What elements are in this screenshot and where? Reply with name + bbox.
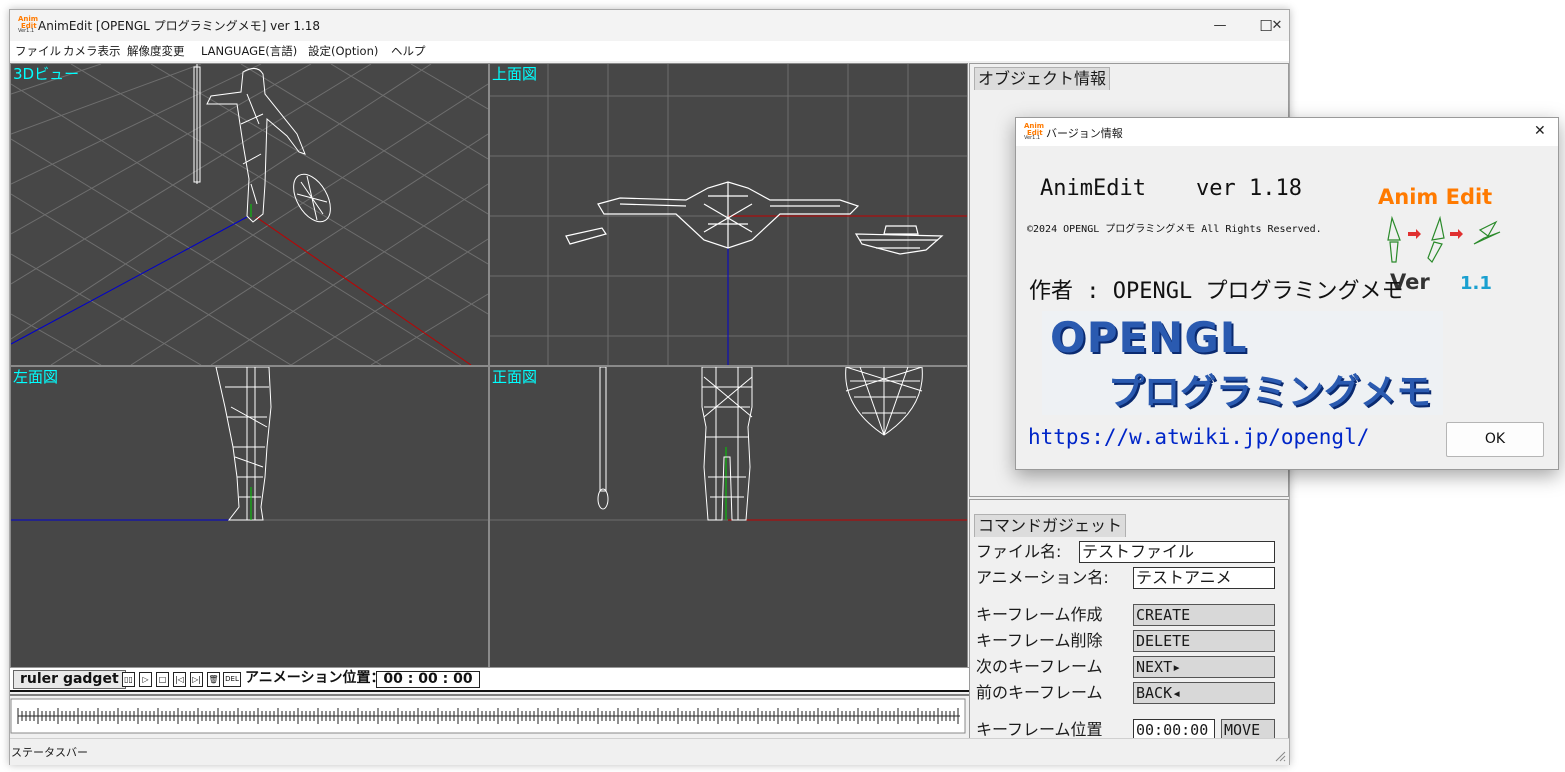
- menu-help[interactable]: ヘルプ: [391, 43, 426, 59]
- back-keyframe-label: 前のキーフレーム: [976, 683, 1103, 702]
- banner-line1: OPENGL: [1050, 313, 1248, 362]
- dialog-author: 作者 : OPENGL プログラミングメモ: [1029, 279, 1404, 304]
- stop-icon[interactable]: □: [156, 672, 169, 687]
- command-gadget-tab[interactable]: コマンドガジェット: [974, 514, 1127, 537]
- menu-settings[interactable]: 設定(Option): [308, 43, 378, 59]
- delete-button[interactable]: DELETE: [1133, 630, 1275, 652]
- status-text: ステータスバー: [11, 746, 88, 759]
- dialog-body: AnimEdit ver 1.18 ©2024 OPENGL プログラミングメモ…: [1016, 146, 1558, 469]
- next-button[interactable]: NEXT▸: [1133, 656, 1275, 678]
- viewport-front[interactable]: 正面図: [489, 366, 968, 669]
- viewport-top-label: 上面図: [492, 65, 538, 83]
- skip-forward-icon[interactable]: ▷|: [190, 672, 203, 687]
- next-keyframe-label: 次のキーフレーム: [976, 657, 1103, 676]
- animation-name-label: アニメーション名:: [976, 568, 1109, 587]
- animation-position-label: アニメーション位置：: [245, 670, 385, 686]
- ok-button[interactable]: OK: [1446, 422, 1544, 457]
- dialog-close-icon[interactable]: ✕: [1534, 123, 1546, 139]
- timeline-ruler-canvas: [10, 690, 969, 734]
- viewport-left-canvas: [11, 367, 488, 521]
- create-button[interactable]: CREATE: [1133, 604, 1275, 626]
- play-icon[interactable]: ▷: [139, 672, 152, 687]
- animedit-app-icon: Anim Edit Ver1.1: [1024, 122, 1045, 141]
- minimize-button[interactable]: —: [1197, 10, 1243, 41]
- minimize-icon: —: [1213, 18, 1227, 33]
- ruler-gadget-tab[interactable]: ruler gadget: [13, 670, 126, 689]
- viewport-top[interactable]: 上面図: [489, 63, 968, 366]
- skip-back-icon[interactable]: |◁: [173, 672, 186, 687]
- menu-file[interactable]: ファイル: [15, 43, 61, 59]
- animation-position-value: 00 : 00 : 00: [376, 671, 480, 688]
- resize-grip-icon[interactable]: [1274, 750, 1286, 762]
- delete-keyframe-label: キーフレーム削除: [976, 631, 1103, 650]
- status-bar: ステータスバー: [10, 738, 1289, 765]
- opengl-banner-image: OPENGL プログラミングメモ: [1042, 311, 1443, 415]
- close-button[interactable]: ✕: [1265, 10, 1289, 41]
- dialog-version: ver 1.18: [1196, 176, 1302, 201]
- delete-keyframe-icon[interactable]: DEL: [223, 672, 241, 687]
- dialog-url-link[interactable]: https://w.atwiki.jp/opengl/: [1028, 425, 1369, 449]
- viewport-left[interactable]: 左面図: [10, 366, 489, 669]
- animedit-logo-icon: [1387, 215, 1501, 263]
- menu-bar: ファイル カメラ表示 解像度変更 LANGUAGE(言語) 設定(Option)…: [10, 41, 1289, 61]
- menu-camera[interactable]: カメラ表示: [63, 43, 121, 59]
- window-title: AnimEdit [OPENGL プログラミングメモ] ver 1.18: [38, 19, 321, 33]
- trash-icon[interactable]: 🗑: [207, 672, 220, 687]
- back-button[interactable]: BACK◂: [1133, 682, 1275, 704]
- file-name-field[interactable]: テストファイル: [1079, 541, 1275, 563]
- timeline-ruler[interactable]: [10, 690, 969, 736]
- menu-resolution[interactable]: 解像度変更: [127, 43, 185, 59]
- version-info-dialog: Anim Edit Ver1.1 バージョン情報 ✕ AnimEdit ver …: [1015, 117, 1559, 470]
- dialog-copyright: ©2024 OPENGL プログラミングメモ All Rights Reserv…: [1027, 224, 1322, 235]
- animation-name-field[interactable]: テストアニメ: [1133, 567, 1275, 589]
- pause-icon[interactable]: ▯▯: [122, 672, 135, 687]
- dialog-title-bar: Anim Edit Ver1.1 バージョン情報 ✕: [1016, 118, 1558, 146]
- create-keyframe-label: キーフレーム作成: [976, 605, 1103, 624]
- viewport-3d-label: 3Dビュー: [13, 65, 80, 83]
- dialog-title: バージョン情報: [1046, 127, 1123, 140]
- banner-line2: プログラミングメモ: [1108, 372, 1433, 413]
- animedit-app-icon: Anim Edit Ver1.1: [18, 15, 39, 34]
- viewport-front-canvas: [490, 367, 967, 521]
- logo-title: Anim Edit: [1378, 185, 1493, 209]
- menu-language[interactable]: LANGUAGE(言語): [201, 43, 297, 59]
- viewport-top-canvas: [490, 64, 967, 365]
- object-info-tab[interactable]: オブジェクト情報: [974, 67, 1111, 90]
- file-name-label: ファイル名:: [976, 542, 1062, 561]
- command-gadget-panel: コマンドガジェット ファイル名: テストファイル アニメーション名: テストアニ…: [969, 499, 1289, 747]
- close-icon: ✕: [1271, 18, 1283, 33]
- keyframe-position-label: キーフレーム位置: [976, 720, 1103, 739]
- ruler-gadget-bar: ruler gadget ▯▯ ▷ □ |◁ ▷| 🗑 DEL アニメーション位…: [10, 667, 969, 690]
- viewport-left-label: 左面図: [13, 368, 59, 386]
- viewport-3d[interactable]: 3Dビュー: [10, 63, 489, 366]
- dialog-app-name: AnimEdit: [1040, 176, 1146, 201]
- logo-version-number: 1.1: [1460, 273, 1492, 294]
- viewport-front-label: 正面図: [492, 368, 538, 386]
- title-bar: Anim Edit Ver1.1 AnimEdit [OPENGL プログラミン…: [10, 10, 1289, 41]
- viewport-3d-canvas: [11, 64, 488, 365]
